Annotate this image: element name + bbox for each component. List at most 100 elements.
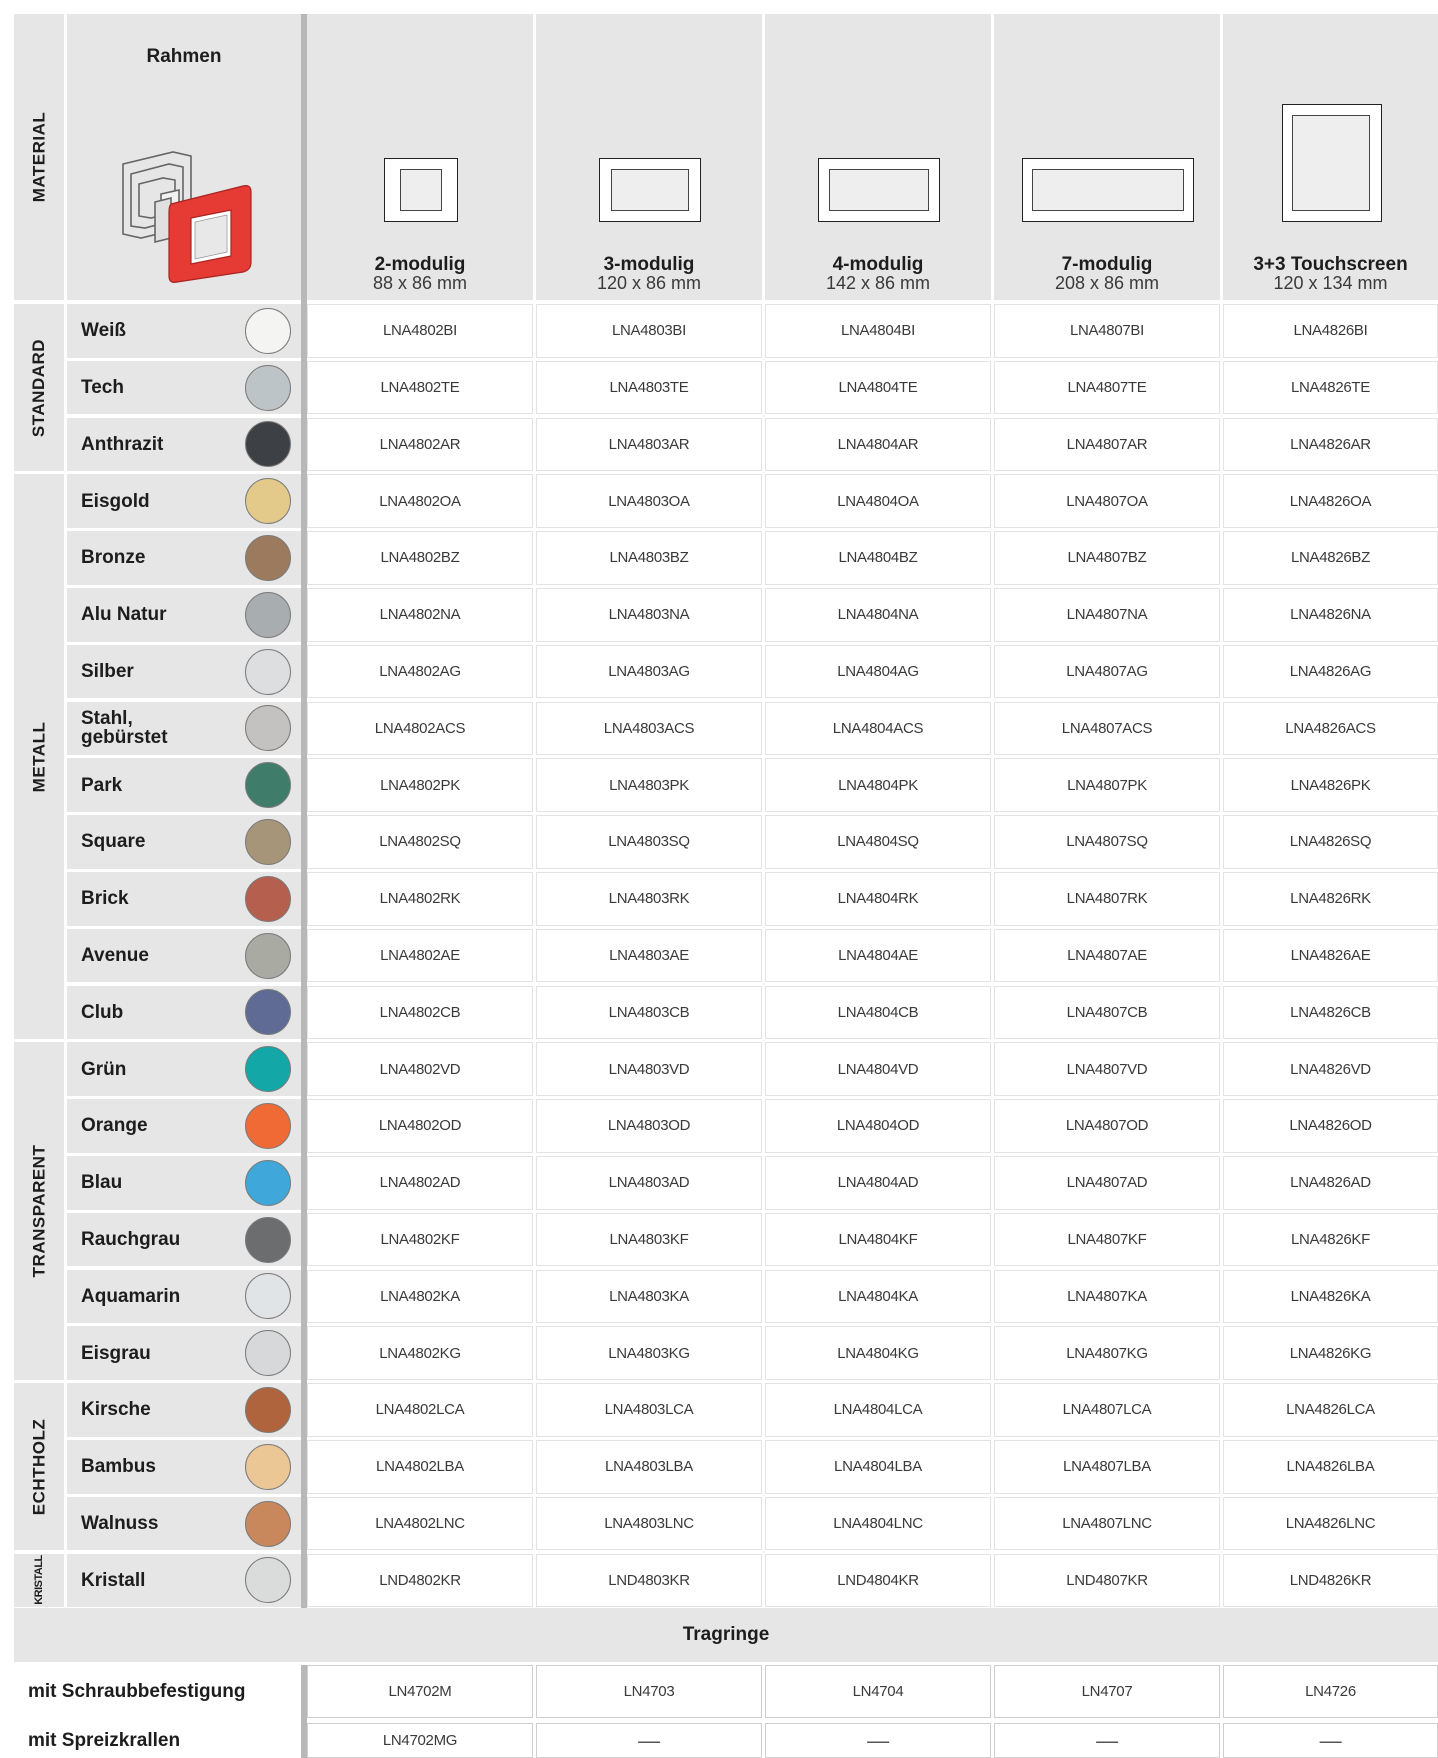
article-code: LNA4807NA [994,588,1220,642]
article-code: LNA4803PK [536,758,762,812]
article-code: LNA4826AE [1223,928,1438,983]
color-swatch-icon [245,762,291,809]
article-code: LNA4802SQ [307,815,533,869]
article-code: LNA4804SQ [765,815,991,869]
color-name: Blau [81,1172,123,1194]
article-code: LNA4807KG [994,1326,1220,1380]
article-code: LNA4802BI [307,304,533,358]
article-code: LNA4826LBA [1223,1440,1438,1494]
article-code: LNA4802VD [307,1042,533,1096]
color-name: Alu Natur [81,604,167,626]
article-code: LNA4807AD [994,1156,1220,1210]
color-name: Silber [81,661,134,683]
color-swatch-icon [245,307,291,354]
group-label: METALL [14,474,64,1040]
article-code: LNA4802KG [307,1326,533,1380]
article-code: LNA4803AG [536,644,762,699]
article-code: LNA4807PK [994,758,1220,812]
column-dimensions: 88 x 86 mm [372,273,468,293]
article-code: LNA4826KG [1223,1326,1438,1380]
article-code: LNA4804TE [765,360,991,415]
article-code: LNA4803AR [536,417,762,472]
table-row: Weiß [67,304,301,358]
article-code: LNA4804NA [765,588,991,642]
article-code: LNA4802KF [307,1212,533,1267]
table-row: Bronze [67,531,301,585]
article-code: LNA4803BZ [536,531,762,585]
article-code: LNA4826TE [1223,360,1438,415]
column-dimensions: 120 x 134 mm [1273,273,1388,293]
color-name: Rauchgrau [81,1229,181,1251]
article-code: LNA4807LCA [994,1383,1220,1437]
group-label: TRANSPARENT [14,1042,64,1380]
column-title: 3+3 Touchscreen [1253,254,1408,275]
article-code: LNA4826KA [1223,1269,1438,1324]
article-code: LNA4807KF [994,1212,1220,1267]
frame-outline-icon [384,158,458,222]
color-swatch-icon [245,1500,291,1547]
color-swatch-icon [245,1102,291,1149]
article-code: LNA4826KF [1223,1212,1438,1267]
article-code: LNA4804LBA [765,1440,991,1494]
article-code: LNA4804LNC [765,1496,991,1551]
article-code: LNA4826AG [1223,644,1438,699]
table-row: Grün [67,1042,301,1096]
frame-outline-icon [599,158,701,222]
article-code: LNA4802TE [307,360,533,415]
frame-title: Rahmen [146,46,222,67]
color-swatch-icon [245,705,291,752]
article-code: LNA4804ACS [765,701,991,756]
table-row: Avenue [67,928,301,983]
color-swatch-icon [245,534,291,581]
article-code: LNA4803AD [536,1156,762,1210]
table-row: Walnuss [67,1496,301,1551]
color-name: Kristall [81,1569,146,1591]
article-code: LNA4802OA [307,474,533,528]
frame-header-cell: Rahmen [67,14,301,300]
frame-outline-icon [818,158,940,222]
article-code: LNA4802AR [307,417,533,472]
table-row: Bambus [67,1440,301,1494]
color-swatch-icon [245,1273,291,1320]
article-code: LNA4803RK [536,872,762,926]
article-code: LNA4807KA [994,1269,1220,1324]
color-swatch-icon [245,1386,291,1433]
table-row: Alu Natur [67,588,301,642]
column-title: 3-modulig [603,254,695,275]
article-code: LNA4804CB [765,985,991,1040]
article-code: LNA4807BI [994,304,1220,358]
article-code: LNA4807CB [994,985,1220,1040]
frame-assembly-icon [122,151,252,283]
article-code: LNA4826NA [1223,588,1438,642]
article-code: LNA4803SQ [536,815,762,869]
article-code: LNA4802NA [307,588,533,642]
color-swatch-icon [245,364,291,411]
tragring-code: LN4702MG [307,1723,533,1758]
article-code: LNA4804AE [765,928,991,983]
table-row: Eisgrau [67,1326,301,1380]
article-code: LNA4826VD [1223,1042,1438,1096]
color-swatch-icon [245,818,291,865]
color-name: Orange [81,1115,148,1137]
article-code: LNA4802KA [307,1269,533,1324]
color-name: Kirsche [81,1399,151,1421]
article-code: LNA4802AG [307,644,533,699]
color-swatch-icon [245,1159,291,1206]
color-swatch-icon [245,1443,291,1490]
article-code: LNA4826OD [1223,1099,1438,1153]
article-code: LNA4803TE [536,360,762,415]
article-code: LNA4826SQ [1223,815,1438,869]
article-code: LNA4803KF [536,1212,762,1267]
article-code: LNA4804AR [765,417,991,472]
table-row: Orange [67,1099,301,1153]
article-code: LNA4803LBA [536,1440,762,1494]
table-row: Brick [67,872,301,926]
article-code: LNA4807SQ [994,815,1220,869]
article-code: LNA4826LCA [1223,1383,1438,1437]
article-code: LND4802KR [307,1553,533,1608]
article-code: LNA4826OA [1223,474,1438,528]
table-row: Kristall [67,1553,301,1608]
tragring-code: — [536,1723,762,1758]
column-title: 4-modulig [832,254,924,275]
color-swatch-icon [245,1046,291,1093]
